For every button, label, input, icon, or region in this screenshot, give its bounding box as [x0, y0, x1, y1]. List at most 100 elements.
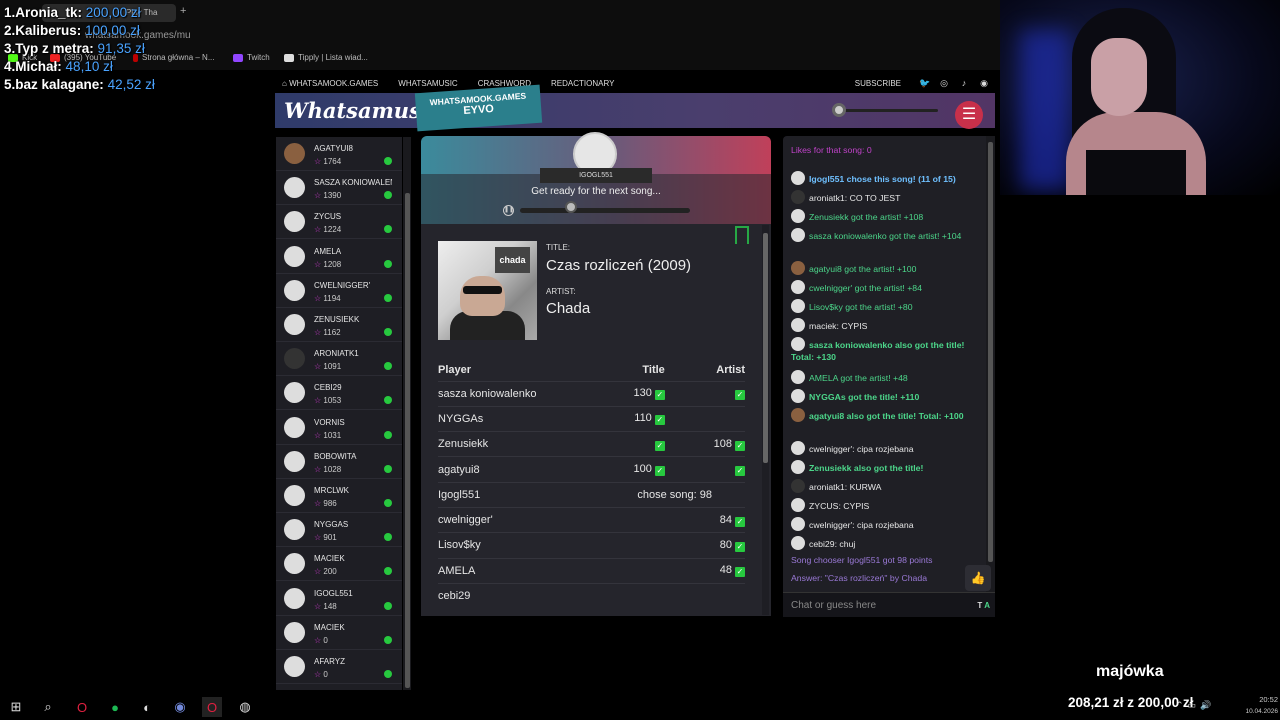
player-list-scrollbar[interactable] [403, 137, 411, 690]
scrollbar-thumb[interactable] [988, 142, 993, 562]
player-score: ☆ 1390 [314, 191, 341, 200]
like-button[interactable]: 👍 [965, 565, 991, 591]
player-row[interactable]: VORNIS ☆ 1031 [276, 411, 402, 445]
score-value: 0 [323, 635, 328, 645]
donation-rank: 1. [4, 5, 16, 20]
bookmark-icon[interactable] [735, 226, 749, 244]
player-row[interactable]: SASZA KONIOWALENKO ☆ 1390 [276, 171, 402, 206]
player-row[interactable]: AMELA ☆ 1208 [276, 240, 402, 274]
volume-slider[interactable] [832, 103, 938, 117]
bookmark-twitch[interactable]: Twitch [233, 53, 270, 62]
chat-message: Zenusiekk also got the title! [791, 460, 981, 474]
score-value: 0 [323, 670, 328, 679]
mode-title[interactable]: T [977, 601, 982, 610]
chat-message: Answer: "Czas rozliczeń" by Chada [791, 572, 981, 584]
avatar [791, 536, 805, 550]
opera-icon[interactable]: O [72, 697, 92, 717]
player-row[interactable]: ZENUSIEKK ☆ 1162 [276, 308, 402, 342]
mode-artist[interactable]: A [984, 601, 990, 610]
player-row[interactable]: AFARYZ ☆ 0 [276, 650, 402, 684]
opera-gx-icon[interactable]: O [202, 697, 222, 717]
player-name: MRCLWK [314, 486, 349, 495]
player-score: ☆ 1162 [314, 328, 341, 337]
artist-cell: 108 ✓ [664, 431, 745, 457]
scrollbar-thumb[interactable] [405, 193, 410, 688]
chat-text: ZYCUS: CYPIS [809, 501, 870, 511]
chat-text: agatyui8 also got the title! Total: +100 [809, 411, 964, 421]
bookmark-label: Twitch [247, 53, 270, 62]
nav-home[interactable]: ⌂ WHATSAMOOK.GAMES [282, 79, 378, 88]
col-player: Player [438, 364, 472, 377]
player-score: ☆ 148 [314, 602, 337, 611]
menu-button[interactable]: ☰ [955, 101, 983, 129]
donation-rank: 2. [4, 23, 16, 38]
player-row[interactable]: BOBOWITA ☆ 1028 [276, 445, 402, 479]
donation-amount: 48,10 zł [65, 59, 113, 74]
player-row[interactable]: ZYCUS ☆ 1224 [276, 205, 402, 240]
player-row[interactable]: NYGGAS ☆ 901 [276, 513, 402, 548]
result-scrollbar[interactable] [762, 225, 769, 615]
chat-message: aroniatk1: KURWA [791, 479, 981, 493]
windows-start-icon[interactable]: ⊞ [6, 697, 26, 717]
search-icon[interactable]: ⌕ [38, 697, 58, 717]
spotify-icon[interactable]: ● [105, 697, 125, 717]
star-icon: ☆ [314, 464, 322, 474]
artist-cell: 48 ✓ [664, 557, 745, 584]
tiktok-icon[interactable]: ♪ [959, 78, 969, 88]
scrollbar-thumb[interactable] [763, 233, 768, 463]
checkmark-icon: ✓ [654, 466, 665, 477]
chat-message: Song chooser Igogl551 got 98 points [791, 554, 981, 566]
avatar [791, 498, 805, 512]
nav-home-label: WHATSAMOOK.GAMES [289, 78, 379, 88]
player-row[interactable]: IGOGL551 ☆ 148 [276, 582, 402, 616]
chat-text: aroniatk1: KURWA [809, 482, 882, 492]
chat-scrollbar[interactable] [986, 136, 995, 592]
subscribe-link[interactable]: SUBSCRIBE [855, 79, 901, 88]
chat-text: cwelnigger': cipa rozjebana [809, 444, 914, 454]
chat-message: aroniatk1: CO TO JEST [791, 190, 981, 204]
title-cell [584, 506, 665, 533]
bookmark-tipply[interactable]: Tipply | Lista wiad... [284, 53, 368, 62]
pause-icon[interactable]: ❚❚ [503, 205, 514, 216]
new-tab-icon[interactable]: + [180, 5, 186, 17]
system-tray-icons[interactable]: ⌃▭🔊 [1176, 700, 1215, 711]
chat-input[interactable]: Chat or guess here T A [783, 592, 995, 617]
title-cell [584, 557, 665, 584]
chat-message: cwelnigger': cipa rozjebana [791, 441, 981, 455]
discord-icon[interactable]: ◉ [979, 78, 989, 88]
donor-name: Kaliberus: [15, 23, 82, 38]
player-row[interactable]: MACIEK ☆ 0 [276, 616, 402, 650]
steam-icon[interactable]: ◐ [137, 697, 157, 717]
instagram-icon[interactable]: ◎ [939, 78, 949, 88]
donation-entry: 1.Aronia_tk: 200,00 zł [4, 4, 155, 22]
obs-icon[interactable]: ◍ [235, 697, 255, 717]
player-row[interactable]: AGATYUI8 ☆ 1764 [276, 137, 402, 171]
player-name: MACIEK [314, 622, 345, 632]
player-row[interactable]: ARONIATK1 ☆ 1091 [276, 342, 402, 377]
table-row: Lisov$ky 80 ✓ [438, 532, 745, 559]
player-row[interactable]: MACIEK ☆ 200 [276, 547, 402, 582]
title-cell: 130 ✓ [584, 380, 665, 407]
chat-text: sasza koniowalenko got the artist! +104 [809, 231, 962, 241]
online-status-icon [384, 533, 392, 542]
nav-whatsamusic[interactable]: WHATSAMUSIC [398, 79, 457, 88]
avatar [791, 408, 805, 422]
player-name: AGATYUI8 [314, 144, 353, 153]
volume-knob[interactable] [832, 103, 846, 117]
player-name: IGOGL551 [314, 588, 353, 598]
player-row[interactable]: CWELNIGGER' ☆ 1194 [276, 274, 402, 308]
player-cell: AMELA [438, 557, 585, 584]
twitter-icon[interactable]: 🐦 [919, 78, 930, 88]
online-status-icon [384, 430, 392, 439]
nav-redactionary[interactable]: REDACTIONARY [551, 79, 614, 88]
player-row[interactable]: CEBI29 ☆ 1053 [276, 376, 402, 411]
guess-mode-toggle[interactable]: T A [977, 593, 990, 618]
chat-text: Zenusiekk also got the title! [809, 463, 924, 473]
stream-title: majówka [1096, 663, 1164, 680]
star-icon: ☆ [314, 635, 322, 645]
donation-entry: 3.Typ z metra: 91,35 zł [4, 40, 155, 58]
player-row[interactable]: MRCLWK ☆ 986 [276, 479, 402, 513]
player-name: ZYCUS [314, 212, 342, 222]
clock-date: 10.04.2026 [1245, 708, 1278, 715]
discord-taskbar-icon[interactable]: ◉ [170, 697, 190, 717]
